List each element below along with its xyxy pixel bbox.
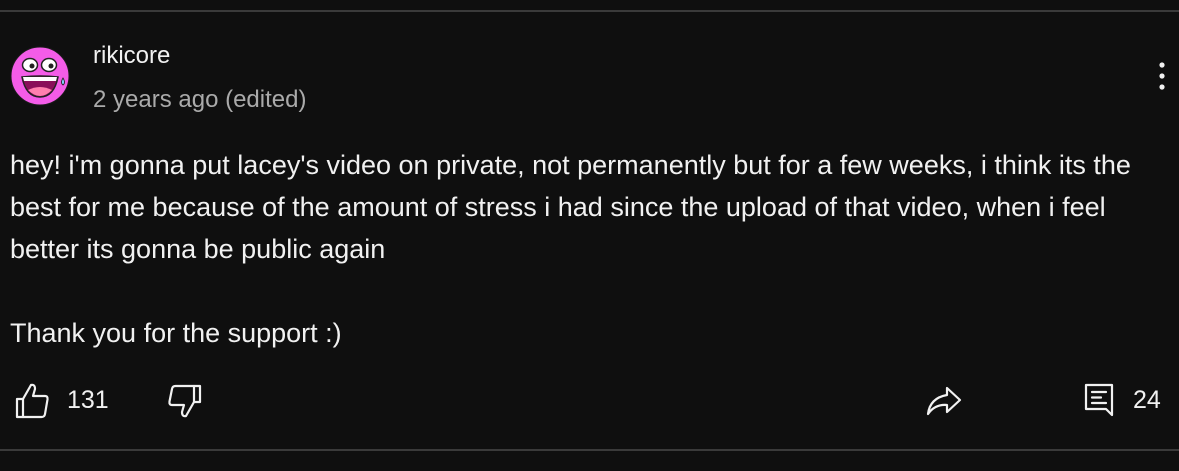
like-count: 131 xyxy=(67,386,109,414)
bottom-divider xyxy=(0,449,1179,451)
share-button[interactable] xyxy=(925,384,963,418)
share-arrow-icon xyxy=(926,386,962,416)
like-button[interactable] xyxy=(14,382,50,420)
thumbs-up-icon xyxy=(15,383,49,419)
top-divider xyxy=(0,10,1179,12)
awesome-face-icon xyxy=(10,46,70,106)
replies-button[interactable] xyxy=(1083,382,1115,418)
comment-timestamp[interactable]: 2 years ago (edited) xyxy=(93,86,306,114)
author-avatar[interactable] xyxy=(10,46,70,106)
comment-text: hey! i'm gonna put lacey's video on priv… xyxy=(10,144,1170,354)
vertical-ellipsis-icon xyxy=(1159,62,1165,90)
comment-replies-icon xyxy=(1084,383,1114,417)
more-options-button[interactable] xyxy=(1148,58,1176,94)
reply-count[interactable]: 24 xyxy=(1133,386,1161,414)
comment-paragraph: hey! i'm gonna put lacey's video on priv… xyxy=(10,150,1131,264)
thumbs-down-icon xyxy=(168,384,202,418)
dislike-button[interactable] xyxy=(165,382,203,420)
comment-author-name[interactable]: rikicore xyxy=(93,42,170,70)
comment-paragraph: Thank you for the support :) xyxy=(10,318,342,348)
